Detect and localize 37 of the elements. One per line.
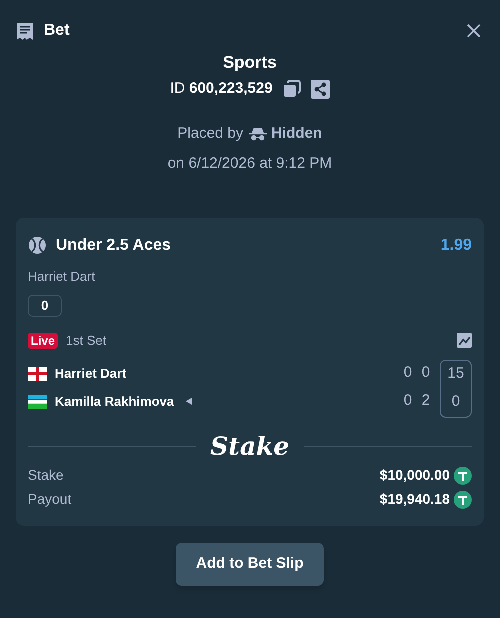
score-value: 2: [422, 391, 430, 412]
market-name: Under 2.5 Aces: [56, 236, 172, 256]
player-name: Kamilla Rakhimova: [55, 392, 174, 411]
username: Hidden: [272, 124, 322, 144]
tether-coin-icon: [454, 490, 472, 508]
placed-by-label: Placed by: [178, 124, 244, 144]
live-badge: Live: [28, 332, 58, 349]
stats-button[interactable]: [457, 333, 472, 348]
total-amount: $10,000.00: [380, 466, 450, 485]
copy-button[interactable]: [282, 80, 301, 98]
score-value: 0: [404, 363, 412, 384]
score-value: 0: [452, 392, 460, 412]
score-value: 15: [448, 364, 464, 384]
flag-icon: [28, 366, 47, 380]
incognito-icon: [248, 126, 267, 141]
total-label: Payout: [28, 490, 72, 509]
score-value: 0: [404, 391, 412, 412]
tether-coin-icon: [454, 466, 472, 484]
score-value: 0: [422, 363, 430, 384]
bet-category: Sports: [223, 52, 277, 74]
tennis-ball-icon: [28, 236, 47, 255]
share-button[interactable]: [310, 80, 330, 99]
receipt-icon: [16, 22, 34, 40]
odds-value: 1.99: [440, 236, 472, 256]
outcome-name: Harriet Dart: [28, 268, 96, 286]
period-label: 1st Set: [66, 332, 106, 350]
placed-date: on 6/12/2026 at 9:12 PM: [168, 154, 332, 174]
bet-id: ID 600,223,529: [170, 79, 273, 99]
total-amount: $19,940.18: [380, 490, 450, 509]
total-label: Stake: [28, 466, 64, 485]
flag-icon: [28, 394, 47, 408]
selection-count-badge: 0: [28, 295, 62, 317]
modal-title: Bet: [44, 21, 70, 41]
brand-logo: Stake: [210, 432, 290, 462]
add-to-bet-slip-button[interactable]: Add to Bet Slip: [176, 542, 324, 586]
serving-indicator-icon: [186, 398, 192, 405]
player-name: Harriet Dart: [55, 364, 127, 383]
